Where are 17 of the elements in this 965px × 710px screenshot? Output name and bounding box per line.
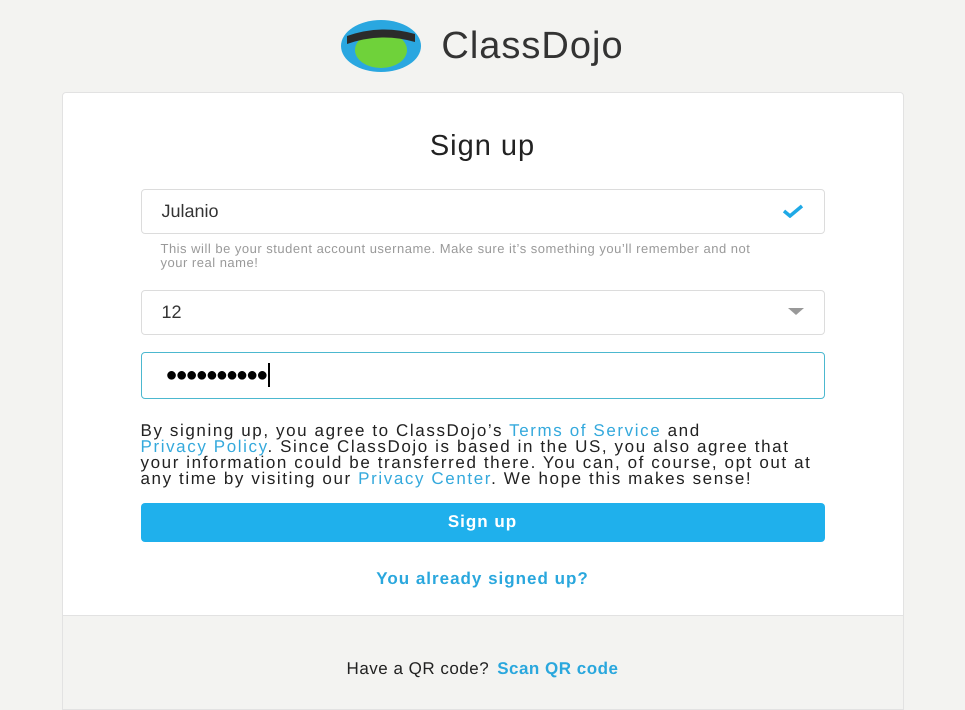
qr-prompt: Have a QR code?: [346, 658, 490, 680]
password-field[interactable]: ●●●●●●●●●●: [140, 352, 824, 398]
text-cursor: [268, 363, 270, 387]
username-field[interactable]: Julanio: [140, 188, 824, 234]
login-link[interactable]: You already signed up?: [376, 566, 589, 591]
brand-name: ClassDojo: [441, 24, 624, 68]
age-select[interactable]: 12: [140, 290, 824, 334]
username-value: Julanio: [162, 200, 219, 222]
form-title: Sign up: [430, 129, 536, 164]
scan-qr-link[interactable]: Scan QR code: [497, 656, 618, 709]
logo-icon: [341, 20, 422, 72]
consent-paragraph: By signing up, you agree to ClassDojo’s Terms of Service and Privacy Policy. Since ClassDojo is based in the US, you also agree that your information could be transferred there. You can, of course, opt out at any time by visiting our Privacy Center. We hope this makes sense!: [140, 422, 812, 486]
dropdown-caret-icon: [788, 308, 804, 316]
signup-button[interactable]: Sign up: [140, 502, 824, 542]
username-hint: This will be your student account username. Make sure it’s something you’ll remember and not your real name!: [160, 242, 752, 270]
policy-link[interactable]: Terms of Service: [509, 420, 662, 440]
policy-link[interactable]: Privacy Center: [358, 468, 492, 488]
